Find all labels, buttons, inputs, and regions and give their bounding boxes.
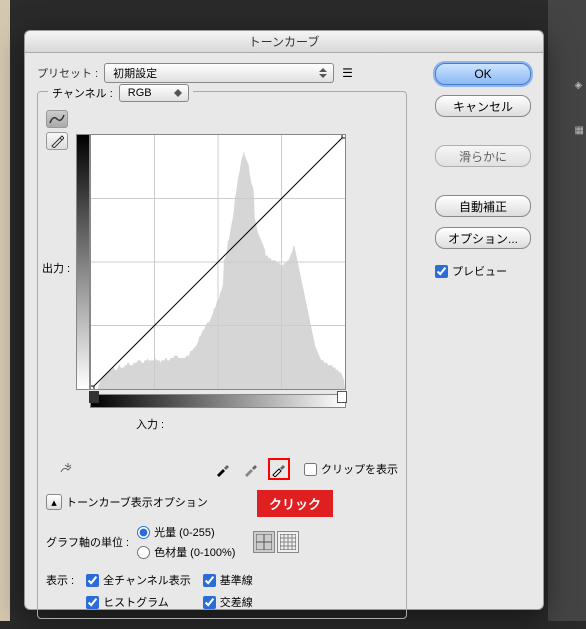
histogram-label: ヒストグラム	[103, 594, 169, 610]
channel-fieldset: チャンネル : RGB 出力 :	[37, 91, 407, 619]
dialog-title: トーンカーブ	[25, 31, 543, 53]
channel-select[interactable]: RGB	[119, 84, 189, 102]
auto-button[interactable]: 自動補正	[435, 195, 531, 217]
click-callout: クリック	[257, 490, 333, 517]
pencil-tool-icon[interactable]	[46, 132, 68, 150]
histogram-checkbox[interactable]	[86, 596, 99, 609]
bg-icon: ▦	[575, 125, 584, 136]
intersection-checkbox[interactable]	[203, 596, 216, 609]
input-gradient	[90, 394, 346, 408]
clip-label: クリップを表示	[321, 461, 398, 477]
axis-light-label: 光量 (0-255)	[154, 524, 215, 540]
axis-light-radio[interactable]	[137, 526, 150, 539]
output-gradient	[76, 134, 90, 390]
preset-select[interactable]: 初期設定	[104, 63, 334, 83]
baseline-checkbox[interactable]	[203, 574, 216, 587]
curve-graph[interactable]	[90, 134, 346, 390]
collapse-toggle-icon[interactable]: ▴	[46, 494, 62, 510]
baseline-label: 基準線	[220, 572, 253, 588]
preset-menu-icon[interactable]: ☰	[342, 66, 353, 80]
options-button[interactable]: オプション...	[435, 227, 531, 249]
ok-button[interactable]: OK	[435, 63, 531, 85]
target-adjust-icon[interactable]	[56, 458, 80, 480]
curves-dialog: トーンカーブ プリセット : 初期設定 ☰ チャンネル : RGB	[24, 30, 544, 610]
all-channels-checkbox[interactable]	[86, 574, 99, 587]
white-eyedropper-icon[interactable]	[268, 458, 290, 480]
smooth-button[interactable]: 滑らかに	[435, 145, 531, 167]
curve-tool-icon[interactable]	[46, 110, 68, 128]
preview-label: プレビュー	[452, 263, 507, 279]
preview-checkbox[interactable]	[435, 265, 448, 278]
black-eyedropper-icon[interactable]	[212, 458, 234, 480]
axis-pigment-label: 色材量 (0-100%)	[154, 544, 235, 560]
bg-icon: ◈	[575, 80, 584, 91]
channel-value: RGB	[128, 87, 152, 99]
input-label: 入力 :	[136, 416, 164, 432]
display-options-label: トーンカーブ表示オプション	[66, 494, 208, 510]
axis-pigment-radio[interactable]	[137, 546, 150, 559]
cancel-button[interactable]: キャンセル	[435, 95, 531, 117]
all-channels-label: 全チャンネル表示	[103, 572, 191, 588]
channel-label: チャンネル :	[52, 85, 113, 101]
black-point-slider[interactable]	[89, 391, 99, 403]
clip-checkbox[interactable]	[304, 463, 317, 476]
output-label: 出力 :	[42, 260, 70, 276]
show-label: 表示 :	[46, 572, 74, 588]
preset-value: 初期設定	[113, 65, 157, 81]
grid-coarse-icon[interactable]	[253, 531, 275, 553]
grid-fine-icon[interactable]	[277, 531, 299, 553]
axis-label: グラフ軸の単位 :	[46, 534, 129, 550]
preset-label: プリセット :	[37, 65, 98, 81]
gray-eyedropper-icon[interactable]	[240, 458, 262, 480]
white-point-slider[interactable]	[337, 391, 347, 403]
intersection-label: 交差線	[220, 594, 253, 610]
